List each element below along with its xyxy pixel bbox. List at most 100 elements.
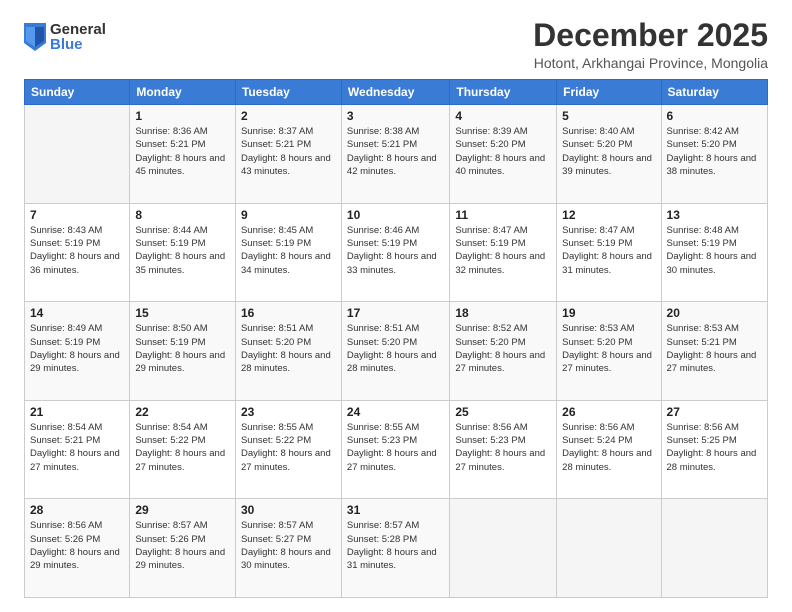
day-header-wednesday: Wednesday [341,80,449,105]
day-number: 1 [135,109,230,123]
calendar-cell [25,105,130,204]
day-info: Sunrise: 8:49 AMSunset: 5:19 PMDaylight:… [30,322,124,375]
day-header-tuesday: Tuesday [235,80,341,105]
calendar-table: SundayMondayTuesdayWednesdayThursdayFrid… [24,79,768,598]
calendar-cell: 20Sunrise: 8:53 AMSunset: 5:21 PMDayligh… [661,302,767,401]
week-row-4: 28 Sunrise: 8:56 AMSunset: 5:26 PMDayligh… [25,499,768,598]
day-number: 31 [347,503,444,517]
day-number: 5 [562,109,655,123]
day-number: 6 [667,109,762,123]
calendar-cell: 27 Sunrise: 8:56 AMSunset: 5:25 PMDayligh… [661,400,767,499]
day-info: Sunrise: 8:52 AMSunset: 5:20 PMDaylight:… [455,322,551,375]
day-info: Sunrise: 8:36 AMSunset: 5:21 PMDaylight:… [135,125,230,178]
day-info: Sunrise: 8:55 AMSunset: 5:22 PMDaylight:… [241,421,336,474]
day-info: Sunrise: 8:48 AMSunset: 5:19 PMDaylight:… [667,224,762,277]
day-header-thursday: Thursday [450,80,557,105]
calendar-cell: 3 Sunrise: 8:38 AMSunset: 5:21 PMDaylight… [341,105,449,204]
location-subtitle: Hotont, Arkhangai Province, Mongolia [533,55,768,71]
day-number: 15 [135,306,230,320]
day-header-friday: Friday [557,80,661,105]
calendar-cell: 13 Sunrise: 8:48 AMSunset: 5:19 PMDayligh… [661,203,767,302]
calendar-cell: 4Sunrise: 8:39 AMSunset: 5:20 PMDaylight… [450,105,557,204]
calendar-cell: 9Sunrise: 8:45 AMSunset: 5:19 PMDaylight… [235,203,341,302]
day-info: Sunrise: 8:57 AMSunset: 5:26 PMDaylight:… [135,519,230,572]
calendar-cell: 25 Sunrise: 8:56 AMSunset: 5:23 PMDayligh… [450,400,557,499]
day-number: 4 [455,109,551,123]
calendar-cell: 8 Sunrise: 8:44 AMSunset: 5:19 PMDaylight… [130,203,236,302]
day-header-sunday: Sunday [25,80,130,105]
day-info: Sunrise: 8:54 AMSunset: 5:21 PMDaylight:… [30,421,124,474]
day-number: 19 [562,306,655,320]
logo-blue-text: Blue [50,37,106,52]
week-row-3: 21 Sunrise: 8:54 AMSunset: 5:21 PMDayligh… [25,400,768,499]
day-number: 27 [667,405,762,419]
day-number: 14 [30,306,124,320]
logo-general-text: General [50,22,106,37]
day-info: Sunrise: 8:46 AMSunset: 5:19 PMDaylight:… [347,224,444,277]
day-number: 28 [30,503,124,517]
calendar-cell: 12Sunrise: 8:47 AMSunset: 5:19 PMDayligh… [557,203,661,302]
calendar-cell: 17Sunrise: 8:51 AMSunset: 5:20 PMDayligh… [341,302,449,401]
day-info: Sunrise: 8:56 AMSunset: 5:23 PMDaylight:… [455,421,551,474]
calendar-cell: 15 Sunrise: 8:50 AMSunset: 5:19 PMDayligh… [130,302,236,401]
day-info: Sunrise: 8:50 AMSunset: 5:19 PMDaylight:… [135,322,230,375]
calendar-cell: 10 Sunrise: 8:46 AMSunset: 5:19 PMDayligh… [341,203,449,302]
day-number: 24 [347,405,444,419]
day-number: 7 [30,208,124,222]
day-info: Sunrise: 8:37 AMSunset: 5:21 PMDaylight:… [241,125,336,178]
day-number: 25 [455,405,551,419]
day-number: 29 [135,503,230,517]
calendar-cell: 7 Sunrise: 8:43 AMSunset: 5:19 PMDaylight… [25,203,130,302]
day-number: 2 [241,109,336,123]
day-info: Sunrise: 8:47 AMSunset: 5:19 PMDaylight:… [455,224,551,277]
day-number: 9 [241,208,336,222]
calendar-cell: 1 Sunrise: 8:36 AMSunset: 5:21 PMDaylight… [130,105,236,204]
day-info: Sunrise: 8:56 AMSunset: 5:24 PMDaylight:… [562,421,655,474]
day-number: 21 [30,405,124,419]
day-number: 11 [455,208,551,222]
day-header-monday: Monday [130,80,236,105]
day-info: Sunrise: 8:47 AMSunset: 5:19 PMDaylight:… [562,224,655,277]
week-row-0: 1 Sunrise: 8:36 AMSunset: 5:21 PMDaylight… [25,105,768,204]
day-info: Sunrise: 8:43 AMSunset: 5:19 PMDaylight:… [30,224,124,277]
calendar-cell: 23 Sunrise: 8:55 AMSunset: 5:22 PMDayligh… [235,400,341,499]
calendar-cell: 2 Sunrise: 8:37 AMSunset: 5:21 PMDaylight… [235,105,341,204]
calendar-cell: 28 Sunrise: 8:56 AMSunset: 5:26 PMDayligh… [25,499,130,598]
logo-icon [24,23,46,51]
header-row: SundayMondayTuesdayWednesdayThursdayFrid… [25,80,768,105]
day-number: 30 [241,503,336,517]
calendar-cell: 31 Sunrise: 8:57 AMSunset: 5:28 PMDayligh… [341,499,449,598]
day-number: 8 [135,208,230,222]
calendar-cell: 21 Sunrise: 8:54 AMSunset: 5:21 PMDayligh… [25,400,130,499]
calendar-cell [557,499,661,598]
calendar-cell: 16 Sunrise: 8:51 AMSunset: 5:20 PMDayligh… [235,302,341,401]
day-info: Sunrise: 8:53 AMSunset: 5:21 PMDaylight:… [667,322,762,375]
day-info: Sunrise: 8:40 AMSunset: 5:20 PMDaylight:… [562,125,655,178]
calendar-cell: 14 Sunrise: 8:49 AMSunset: 5:19 PMDayligh… [25,302,130,401]
calendar-cell: 26Sunrise: 8:56 AMSunset: 5:24 PMDayligh… [557,400,661,499]
day-number: 17 [347,306,444,320]
day-info: Sunrise: 8:51 AMSunset: 5:20 PMDaylight:… [241,322,336,375]
day-info: Sunrise: 8:56 AMSunset: 5:26 PMDaylight:… [30,519,124,572]
title-block: December 2025 Hotont, Arkhangai Province… [533,18,768,71]
calendar-cell: 29 Sunrise: 8:57 AMSunset: 5:26 PMDayligh… [130,499,236,598]
calendar-cell: 19Sunrise: 8:53 AMSunset: 5:20 PMDayligh… [557,302,661,401]
day-number: 13 [667,208,762,222]
calendar-cell: 11 Sunrise: 8:47 AMSunset: 5:19 PMDayligh… [450,203,557,302]
day-number: 23 [241,405,336,419]
day-info: Sunrise: 8:56 AMSunset: 5:25 PMDaylight:… [667,421,762,474]
day-number: 16 [241,306,336,320]
week-row-2: 14 Sunrise: 8:49 AMSunset: 5:19 PMDayligh… [25,302,768,401]
month-title: December 2025 [533,18,768,53]
day-info: Sunrise: 8:55 AMSunset: 5:23 PMDaylight:… [347,421,444,474]
day-info: Sunrise: 8:57 AMSunset: 5:28 PMDaylight:… [347,519,444,572]
day-info: Sunrise: 8:44 AMSunset: 5:19 PMDaylight:… [135,224,230,277]
day-number: 10 [347,208,444,222]
calendar-cell: 22Sunrise: 8:54 AMSunset: 5:22 PMDayligh… [130,400,236,499]
day-info: Sunrise: 8:38 AMSunset: 5:21 PMDaylight:… [347,125,444,178]
calendar-cell: 24 Sunrise: 8:55 AMSunset: 5:23 PMDayligh… [341,400,449,499]
day-number: 3 [347,109,444,123]
calendar-cell: 5 Sunrise: 8:40 AMSunset: 5:20 PMDaylight… [557,105,661,204]
day-number: 18 [455,306,551,320]
day-info: Sunrise: 8:54 AMSunset: 5:22 PMDaylight:… [135,421,230,474]
